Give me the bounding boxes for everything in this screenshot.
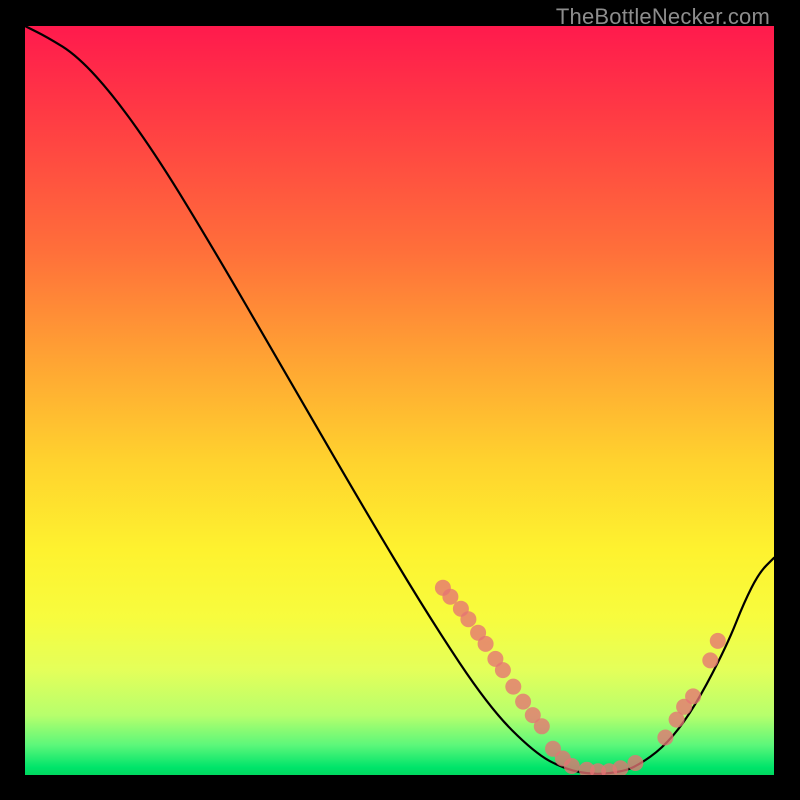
data-point [515,694,531,710]
data-point [478,636,494,652]
data-point [505,679,521,695]
data-point [702,652,718,668]
data-point [495,662,511,678]
data-point [613,760,629,775]
data-point [534,718,550,734]
data-point [442,589,458,605]
data-points [435,580,726,775]
data-point [627,755,643,771]
bottleneck-curve [25,26,774,774]
data-point [685,688,701,704]
data-point [460,611,476,627]
data-point [564,758,580,774]
plot-area [25,26,774,775]
data-point [657,730,673,746]
data-point [710,633,726,649]
chart-svg [25,26,774,775]
